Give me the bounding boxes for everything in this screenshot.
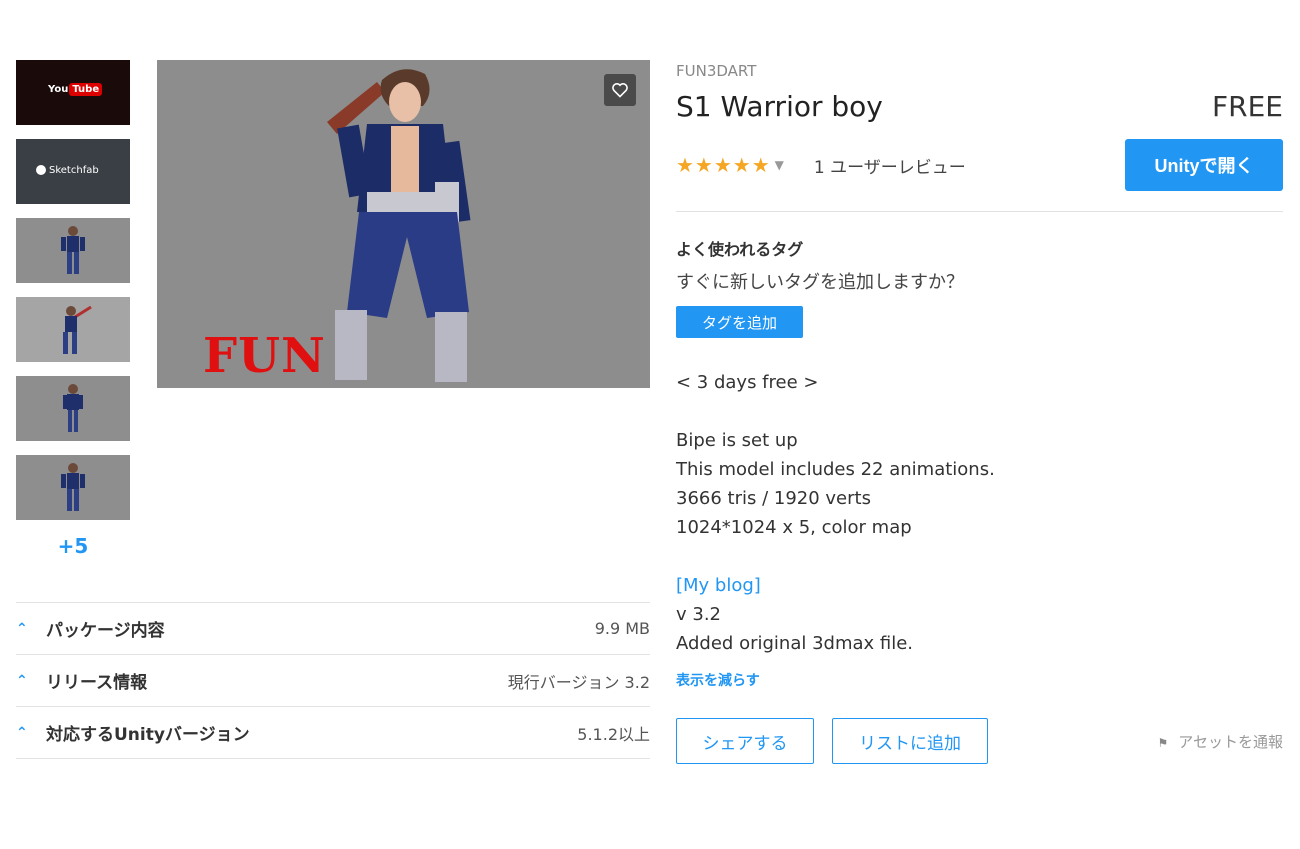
popular-tags-heading: よく使われるタグ (676, 240, 804, 259)
chevron-up-icon: ⌃ (16, 724, 28, 741)
favorite-button[interactable] (604, 74, 636, 106)
thumbnail-image-4[interactable] (16, 455, 130, 520)
rating-stars[interactable]: ★★★★★ (676, 153, 771, 177)
more-media-link[interactable]: +5 (16, 534, 130, 558)
thumbnail-image-2[interactable] (16, 297, 130, 362)
divider (676, 211, 1283, 212)
sketchfab-logo: Sketchfab (36, 165, 99, 176)
package-size-value: 9.9 MB (594, 619, 650, 638)
sketchfab-icon (36, 165, 46, 175)
publisher-name[interactable]: FUN3DART (676, 62, 1283, 80)
unity-version-row[interactable]: ⌃ 対応するUnityバージョン 5.1.2以上 (16, 706, 650, 759)
fun-watermark: FUN (203, 328, 326, 384)
unity-version-label: 対応するUnityバージョン (46, 725, 250, 745)
description-line: Bipe is set up (676, 430, 798, 451)
youtube-logo-text: You (48, 84, 69, 95)
heart-icon (612, 83, 628, 98)
report-asset-label: アセットを通報 (1178, 732, 1283, 751)
package-content-row[interactable]: ⌃ パッケージ内容 9.9 MB (16, 602, 650, 654)
sketchfab-logo-text: Sketchfab (49, 165, 99, 176)
description-line: 1024*1024 x 5, color map (676, 517, 912, 538)
description-gap (676, 397, 1283, 426)
warrior-figure-icon (63, 384, 83, 432)
description-line: < 3 days free > (676, 372, 819, 393)
thumbnail-image-3[interactable] (16, 376, 130, 441)
description-line: v 3.2 (676, 604, 721, 625)
details-accordion: ⌃ パッケージ内容 9.9 MB ⌃ リリース情報 現行バージョン 3.2 ⌃ … (16, 602, 650, 759)
youtube-logo-badge: Tube (69, 83, 103, 96)
release-info-row[interactable]: ⌃ リリース情報 現行バージョン 3.2 (16, 654, 650, 706)
description: < 3 days free > Bipe is set up This mode… (676, 368, 1283, 658)
thumbnail-sketchfab-viewer[interactable]: Sketchfab (16, 139, 130, 204)
reviews-link[interactable]: 1 ユーザーレビュー (814, 153, 966, 178)
release-info-label: リリース情報 (46, 673, 148, 693)
open-in-unity-button[interactable]: Unityで開く (1125, 139, 1283, 191)
current-version-value: 現行バージョン 3.2 (507, 672, 650, 692)
chevron-up-icon: ⌃ (16, 672, 28, 689)
description-line: Added original 3dmax file. (676, 633, 914, 654)
add-to-list-button[interactable]: リストに追加 (832, 718, 988, 764)
description-line: 3666 tris / 1920 verts (676, 488, 871, 509)
share-button[interactable]: シェアする (676, 718, 814, 764)
main-preview-image[interactable]: FUN (157, 60, 650, 388)
description-gap (676, 542, 1283, 571)
product-title: S1 Warrior boy (676, 90, 883, 123)
thumbnail-youtube-video[interactable]: You Tube (16, 60, 130, 125)
warrior-figure-icon (61, 463, 85, 511)
add-tag-prompt: すぐに新しいタグを追加しますか？ (676, 272, 964, 293)
rating-row: ★★★★★ ▼ 1 ユーザーレビュー Unityで開く (676, 139, 1283, 191)
chevron-down-icon[interactable]: ▼ (775, 158, 784, 172)
my-blog-link[interactable]: [My blog] (676, 571, 1283, 600)
report-asset-link[interactable]: ⚑ アセットを通報 (1158, 731, 1283, 752)
title-row: S1 Warrior boy FREE (676, 90, 1283, 123)
price-label: FREE (1212, 90, 1283, 123)
flag-icon: ⚑ (1157, 735, 1169, 750)
show-less-link[interactable]: 表示を減らす (676, 670, 1283, 690)
warrior-sword-icon (63, 305, 92, 354)
unity-version-value: 5.1.2以上 (577, 724, 650, 744)
warrior-character-image (327, 69, 471, 382)
description-line: This model includes 22 animations. (676, 459, 995, 480)
warrior-figure-icon (61, 226, 85, 274)
chevron-up-icon: ⌃ (16, 620, 28, 637)
package-content-label: パッケージ内容 (46, 621, 165, 641)
thumbnail-list: You Tube Sketchfab +5 (16, 60, 130, 558)
thumbnail-image-1[interactable] (16, 218, 130, 283)
youtube-logo: You Tube (48, 83, 103, 96)
product-info-panel: FUN3DART S1 Warrior boy FREE ★★★★★ ▼ 1 ユ… (676, 60, 1283, 764)
add-tag-button[interactable]: タグを追加 (676, 306, 803, 338)
action-row: シェアする リストに追加 ⚑ アセットを通報 (676, 718, 1283, 764)
